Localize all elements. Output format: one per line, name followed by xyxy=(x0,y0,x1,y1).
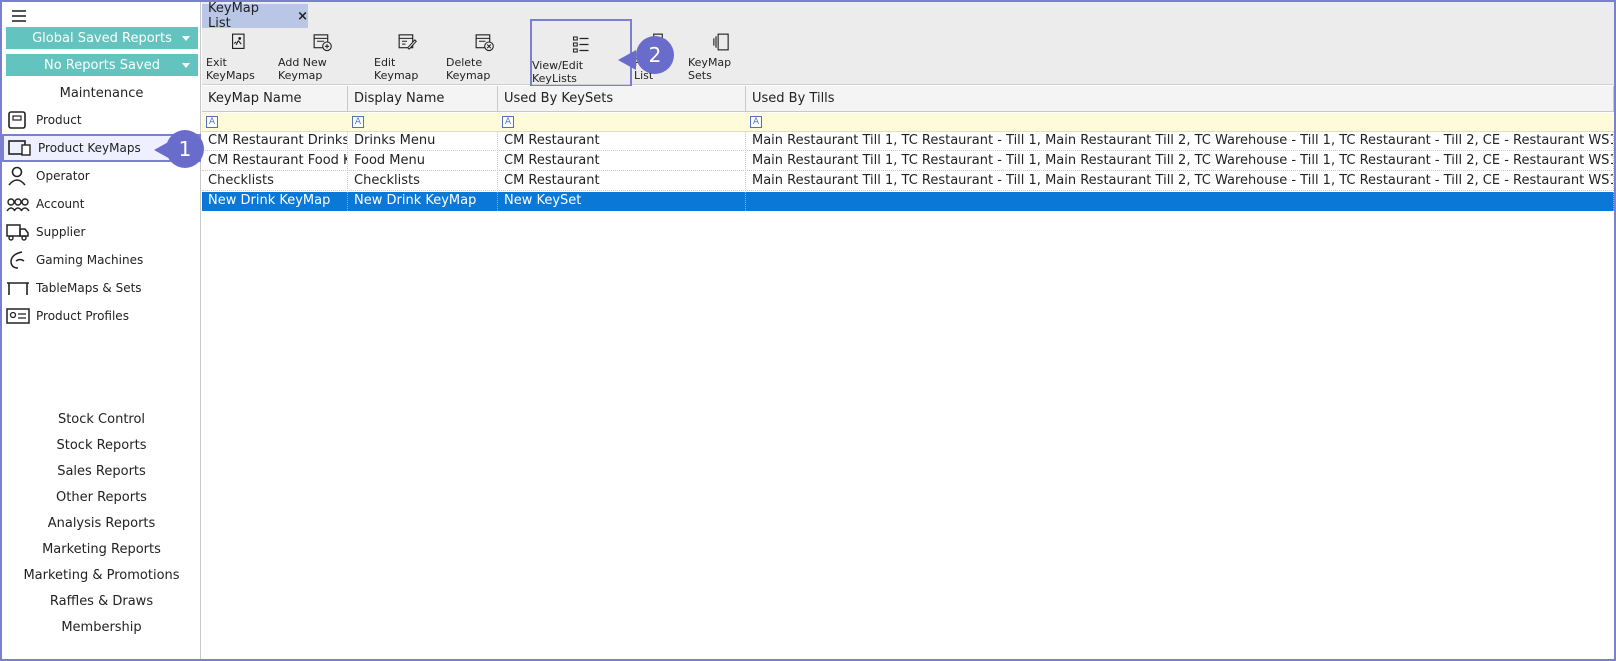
sidebar-item-label: Product xyxy=(36,113,82,127)
cell-display-name: New Drink KeyMap xyxy=(348,192,498,211)
nav-membership[interactable]: Membership xyxy=(2,620,201,635)
table-icon xyxy=(7,282,29,295)
cell-keymap-name: New Drink KeyMap xyxy=(202,192,348,211)
delete-icon xyxy=(475,34,494,52)
exit-icon xyxy=(232,33,245,49)
edit-icon xyxy=(398,34,417,50)
tool-label: Delete Keymap xyxy=(446,56,491,82)
sidebar-item-label: Account xyxy=(36,197,85,211)
sidebar-item-label: Product Profiles xyxy=(36,309,129,323)
tab-strip: KeyMap List × xyxy=(202,1,1614,31)
cell-display-name: Food Menu xyxy=(348,152,498,171)
column-header-keymap-name[interactable]: KeyMap Name xyxy=(202,86,348,112)
sidebar-item-label: Supplier xyxy=(36,225,86,239)
nav-raffles-draws[interactable]: Raffles & Draws xyxy=(2,594,201,609)
keymap-grid: KeyMap Name Display Name Used By KeySets… xyxy=(202,86,1614,659)
table-row[interactable]: Checklists Checklists CM Restaurant Main… xyxy=(202,172,1614,191)
filter-icon[interactable]: A xyxy=(502,116,514,128)
column-header-used-by-keysets[interactable]: Used By KeySets xyxy=(498,86,746,112)
sidebar-item-tablemaps[interactable]: TableMaps & Sets xyxy=(2,274,201,302)
sidebar-item-supplier[interactable]: Supplier xyxy=(2,218,201,246)
delete-keymap-button[interactable]: Delete Keymap xyxy=(446,32,522,82)
filter-icon[interactable]: A xyxy=(352,116,364,128)
callout-badge-1: 1 xyxy=(166,130,204,168)
cell-keymap-name: CM Restaurant Food K xyxy=(202,152,348,171)
filter-icon[interactable]: A xyxy=(206,116,218,128)
add-new-keymap-button[interactable]: Add New Keymap xyxy=(278,32,366,82)
toolbar: Exit KeyMaps Add New Keymap Edit Keymap … xyxy=(202,19,1614,87)
nav-stock-reports[interactable]: Stock Reports xyxy=(2,438,201,453)
nav-analysis-reports[interactable]: Analysis Reports xyxy=(2,516,201,531)
list-icon xyxy=(572,36,589,53)
view-edit-keylists-button[interactable]: View/Edit KeyLists xyxy=(530,19,632,87)
column-header-display-name[interactable]: Display Name xyxy=(348,86,498,112)
global-saved-reports-dropdown[interactable]: Global Saved Reports xyxy=(6,27,198,49)
sidebar-item-label: Operator xyxy=(36,169,90,183)
tool-label: Add New Keymap xyxy=(278,56,327,82)
supplier-icon xyxy=(6,224,29,241)
cell-used-by-tills: Main Restaurant Till 1, TC Restaurant - … xyxy=(746,132,1614,151)
table-row-selected[interactable]: New Drink KeyMap New Drink KeyMap New Ke… xyxy=(202,192,1614,211)
callout-pointer xyxy=(618,50,636,70)
exit-keymaps-button[interactable]: Exit KeyMaps xyxy=(206,32,272,82)
cell-used-by-tills: Main Restaurant Till 1, TC Restaurant - … xyxy=(746,172,1614,191)
filter-icon[interactable]: A xyxy=(750,116,762,128)
cell-used-by-keysets: CM Restaurant xyxy=(498,172,746,191)
cell-used-by-tills xyxy=(746,192,1614,211)
close-icon[interactable]: × xyxy=(297,9,308,24)
nav-other-reports[interactable]: Other Reports xyxy=(2,490,201,505)
no-reports-saved-dropdown[interactable]: No Reports Saved xyxy=(6,54,198,76)
cell-keymap-name: Checklists xyxy=(202,172,348,191)
cell-display-name: Checklists xyxy=(348,172,498,191)
gaming-icon xyxy=(10,251,25,269)
maintenance-title: Maintenance xyxy=(59,86,144,101)
cell-used-by-keysets: CM Restaurant xyxy=(498,132,746,151)
edit-keymap-button[interactable]: Edit Keymap xyxy=(374,32,440,82)
tool-label: Exit KeyMaps xyxy=(206,56,255,82)
tool-label: Edit Keymap xyxy=(374,56,419,82)
callout-badge-2: 2 xyxy=(636,36,674,74)
sidebar-item-operator[interactable]: Operator xyxy=(2,162,201,190)
product-icon xyxy=(8,111,26,129)
tool-label: KeyMap Sets xyxy=(688,56,732,82)
sidebar-item-gaming-machines[interactable]: Gaming Machines xyxy=(2,246,201,274)
cell-used-by-keysets: New KeySet xyxy=(498,192,746,211)
cell-display-name: Drinks Menu xyxy=(348,132,498,151)
menu-icon[interactable] xyxy=(12,10,26,22)
tab-label: KeyMap List xyxy=(208,1,260,31)
sidebar-item-product-profiles[interactable]: Product Profiles xyxy=(2,302,201,330)
table-row[interactable]: CM Restaurant Drinks Drinks Menu CM Rest… xyxy=(202,132,1614,151)
nav-marketing-reports[interactable]: Marketing Reports xyxy=(2,542,201,557)
filter-row: A A A A xyxy=(202,113,1614,132)
sidebar-item-product[interactable]: Product xyxy=(2,106,201,134)
profile-icon xyxy=(6,308,30,324)
sidebar-item-label: Gaming Machines xyxy=(36,253,144,267)
table-row[interactable]: CM Restaurant Food K Food Menu CM Restau… xyxy=(202,152,1614,171)
sidebar: Global Saved Reports No Reports Saved Ma… xyxy=(2,2,201,659)
cell-used-by-keysets: CM Restaurant xyxy=(498,152,746,171)
sets-icon xyxy=(713,33,729,51)
chevron-down-icon xyxy=(182,36,190,41)
operator-icon xyxy=(8,166,26,186)
sidebar-item-label: TableMaps & Sets xyxy=(36,281,142,295)
chevron-down-icon xyxy=(182,63,190,68)
no-reports-saved-label: No Reports Saved xyxy=(44,57,160,73)
sidebar-item-account[interactable]: Account xyxy=(2,190,201,218)
keymap-sets-button[interactable]: KeyMap Sets xyxy=(688,32,754,82)
global-saved-reports-label: Global Saved Reports xyxy=(32,30,172,46)
tab-keymap-list[interactable]: KeyMap List × xyxy=(202,1,308,31)
keymap-icon xyxy=(8,140,31,156)
cell-used-by-tills: Main Restaurant Till 1, TC Restaurant - … xyxy=(746,152,1614,171)
tool-label: View/Edit KeyLists xyxy=(532,59,584,85)
nav-marketing-promotions[interactable]: Marketing & Promotions xyxy=(2,568,201,583)
cell-keymap-name: CM Restaurant Drinks xyxy=(202,132,348,151)
add-icon xyxy=(313,34,332,52)
nav-stock-control[interactable]: Stock Control xyxy=(2,412,201,427)
column-header-used-by-tills[interactable]: Used By Tills xyxy=(746,86,1614,112)
sidebar-item-label: Product KeyMaps xyxy=(38,141,141,155)
nav-sales-reports[interactable]: Sales Reports xyxy=(2,464,201,479)
account-icon xyxy=(6,198,30,212)
